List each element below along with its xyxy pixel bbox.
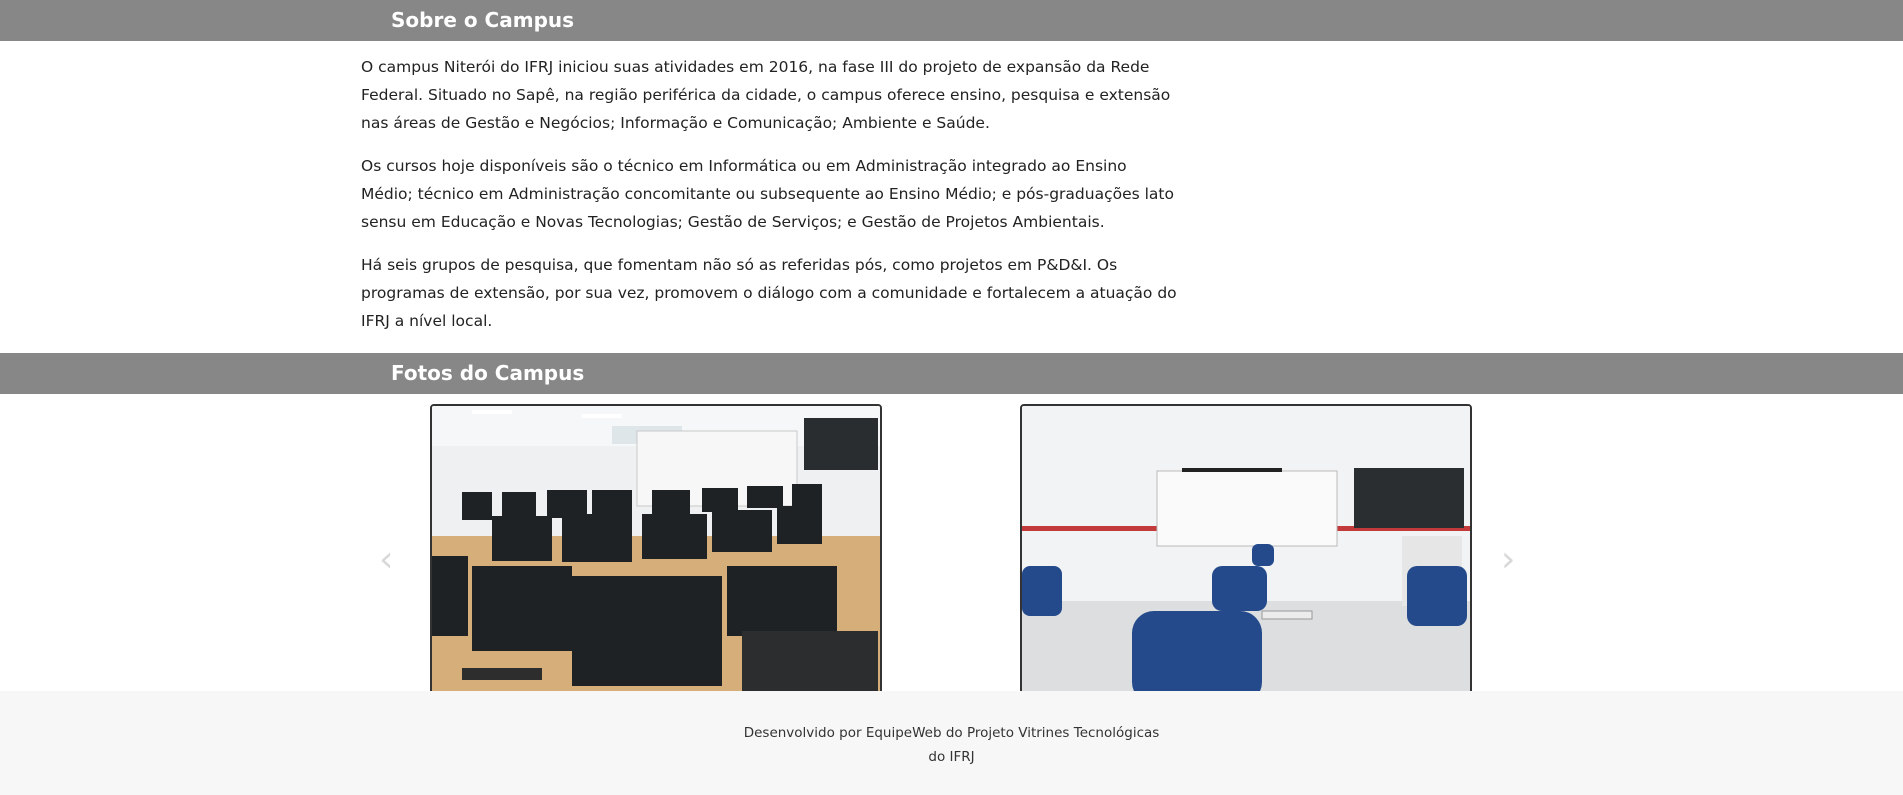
footer-line-2: do IFRJ: [928, 749, 975, 765]
about-paragraph-2: Os cursos hoje disponíveis são o técnico…: [361, 157, 1174, 231]
photos-title: Fotos do Campus: [391, 361, 585, 385]
computer-lab-photo[interactable]: [430, 404, 882, 706]
about-title: Sobre o Campus: [391, 8, 575, 32]
page-footer: Desenvolvido por EquipeWeb do Projeto Vi…: [0, 691, 1903, 795]
classroom-image: [1022, 406, 1470, 704]
about-paragraph-1: O campus Niterói do IFRJ iniciou suas at…: [361, 58, 1171, 132]
about-content: O campus Niterói do IFRJ iniciou suas at…: [0, 41, 1180, 353]
about-section: Sobre o Campus O campus Niterói do IFRJ …: [0, 0, 1903, 353]
about-header: Sobre o Campus: [0, 0, 1903, 41]
footer-line-1: Desenvolvido por EquipeWeb do Projeto Vi…: [743, 725, 1160, 741]
chevron-left-icon[interactable]: ‹: [379, 542, 393, 578]
photos-header: Fotos do Campus: [0, 353, 1903, 394]
about-paragraph-3: Há seis grupos de pesquisa, que fomentam…: [361, 256, 1177, 330]
classroom-photo[interactable]: [1020, 404, 1472, 706]
computer-lab-image: [432, 406, 880, 704]
chevron-right-icon[interactable]: ›: [1501, 542, 1515, 578]
footer-credit: Desenvolvido por EquipeWeb do Projeto Vi…: [742, 721, 1162, 769]
